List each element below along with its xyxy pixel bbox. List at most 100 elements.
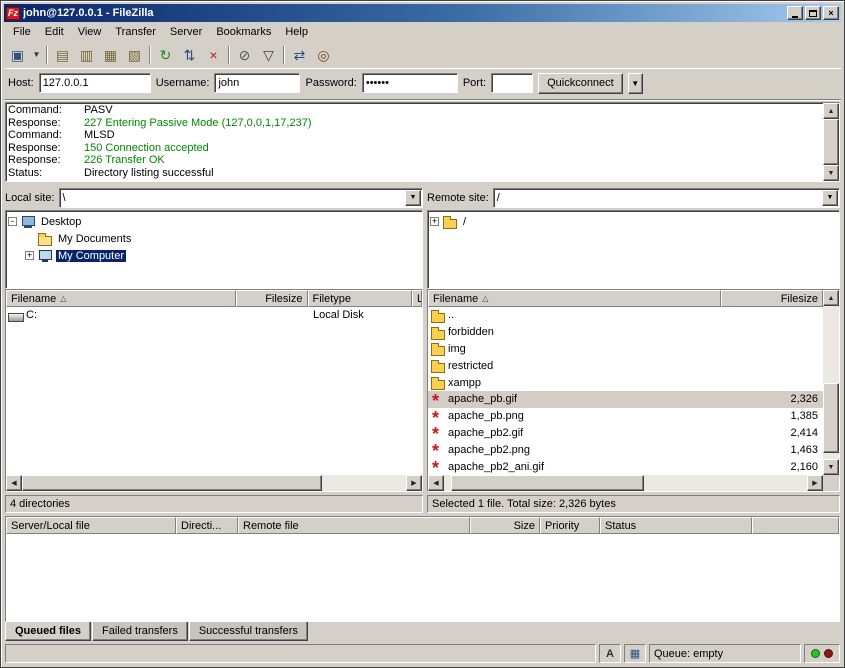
menu-item-edit[interactable]: Edit	[38, 24, 71, 40]
scroll-right-icon[interactable]: ▶	[406, 475, 422, 491]
tree-expander[interactable]: +	[25, 251, 34, 260]
status-bar: A▦ Queue: empty	[4, 641, 841, 664]
tree-item-label: My Documents	[56, 233, 133, 245]
filename: restricted	[448, 360, 493, 372]
queue-col-size[interactable]: Size	[470, 517, 540, 534]
tree-item-desktop[interactable]: - Desktop	[8, 213, 420, 230]
file-row-apache-pb2-ani-gif[interactable]: apache_pb2_ani.gif 2,160	[428, 458, 823, 475]
scroll-down-icon[interactable]: ▼	[823, 165, 839, 181]
process-queue-button[interactable]: ⇅	[178, 44, 201, 66]
file-row-restricted[interactable]: restricted	[428, 357, 823, 374]
remote-hscrollbar[interactable]: ◀ ▶	[428, 475, 823, 491]
username-input[interactable]	[214, 73, 300, 93]
log-label: Command:	[8, 104, 84, 117]
quickconnect-button[interactable]: Quickconnect	[538, 73, 623, 94]
queue-list[interactable]	[6, 534, 839, 621]
file-row-c-drive[interactable]: C: Local Disk	[6, 307, 422, 324]
tree-item-root[interactable]: + /	[430, 213, 837, 230]
local-tree[interactable]: - Desktop My Documents + My Computer	[5, 210, 423, 289]
file-row-xampp[interactable]: xampp	[428, 374, 823, 391]
scroll-up-icon[interactable]: ▲	[823, 103, 839, 119]
filename: img	[448, 343, 466, 355]
cancel-button[interactable]: ×	[202, 44, 225, 66]
remote-tree[interactable]: + /	[427, 210, 840, 289]
desktop-icon	[20, 214, 36, 229]
remote-vscrollbar[interactable]: ▲ ▼	[823, 290, 839, 475]
site-manager-dropdown[interactable]: ▼	[30, 44, 43, 66]
tree-item-my-documents[interactable]: My Documents	[8, 230, 420, 247]
scroll-down-icon[interactable]: ▼	[823, 459, 839, 475]
file-row-forbidden[interactable]: forbidden	[428, 324, 823, 341]
toolbar-icon: ↻	[160, 48, 172, 62]
menu-item-server[interactable]: Server	[163, 24, 209, 40]
queue-col-priority[interactable]: Priority	[540, 517, 600, 534]
scroll-left-icon[interactable]: ◀	[428, 475, 444, 491]
quickconnect-bar: Host: Username: Password: Port: Quickcon…	[4, 69, 841, 100]
queue-col-server-local-file[interactable]: Server/Local file	[6, 517, 176, 534]
file-row-apache-pb-png[interactable]: apache_pb.png 1,385	[428, 408, 823, 425]
local-file-list[interactable]: C: Local Disk	[6, 307, 422, 475]
filename: apache_pb.gif	[448, 393, 517, 405]
compare-button[interactable]: ⇄	[288, 44, 311, 66]
chevron-down-icon[interactable]: ▼	[822, 190, 838, 206]
tree-item-my-computer[interactable]: + My Computer	[8, 247, 420, 264]
scrollbar-thumb[interactable]	[823, 119, 839, 165]
remote-site-combo[interactable]: / ▼	[493, 188, 840, 208]
local-hscrollbar[interactable]: ◀ ▶	[6, 475, 422, 491]
remote-list-header: FilenameFilesize	[428, 290, 823, 307]
host-input[interactable]	[39, 73, 151, 93]
menu-item-view[interactable]: View	[71, 24, 109, 40]
search-button[interactable]: ◎	[312, 44, 335, 66]
scroll-up-icon[interactable]: ▲	[823, 290, 839, 306]
menu-item-transfer[interactable]: Transfer	[108, 24, 163, 40]
menu-item-help[interactable]: Help	[278, 24, 315, 40]
local-site-combo[interactable]: \ ▼	[59, 188, 423, 208]
file-row-apache-pb2-png[interactable]: apache_pb2.png 1,463	[428, 441, 823, 458]
close-button[interactable]: ×	[823, 6, 839, 20]
file-row-img[interactable]: img	[428, 341, 823, 358]
log-scrollbar[interactable]: ▲ ▼	[823, 103, 839, 181]
tab-queued-files[interactable]: Queued files	[5, 622, 91, 641]
scrollbar-thumb[interactable]	[22, 475, 322, 491]
site-manager-button[interactable]: ▣	[6, 44, 29, 66]
queue-col-blank[interactable]	[752, 517, 839, 534]
file-row-apache-pb2-gif[interactable]: apache_pb2.gif 2,414	[428, 425, 823, 442]
chevron-down-icon[interactable]: ▼	[405, 190, 421, 206]
remote-col-filesize[interactable]: Filesize	[721, 290, 823, 307]
toggle-local-tree-button[interactable]: ▥	[75, 44, 98, 66]
port-input[interactable]	[491, 73, 533, 93]
disconnect-button[interactable]: ⊘	[233, 44, 256, 66]
queue-col-remote-file[interactable]: Remote file	[238, 517, 470, 534]
tab-failed-transfers[interactable]: Failed transfers	[92, 622, 188, 641]
tab-successful-transfers[interactable]: Successful transfers	[189, 622, 308, 641]
toggle-queue-button[interactable]: ▧	[123, 44, 146, 66]
tree-expander[interactable]: +	[430, 217, 439, 226]
menu-item-file[interactable]: File	[6, 24, 38, 40]
password-input[interactable]	[362, 73, 458, 93]
scroll-left-icon[interactable]: ◀	[6, 475, 22, 491]
filter-button[interactable]: ▽	[257, 44, 280, 66]
local-col-filesize[interactable]: Filesize	[236, 290, 308, 307]
local-col-filetype[interactable]: Filetype	[308, 290, 413, 307]
remote-file-list[interactable]: .. forbidden img	[428, 307, 823, 475]
toggle-log-button[interactable]: ▤	[51, 44, 74, 66]
quickconnect-dropdown[interactable]: ▼	[628, 73, 643, 94]
queue-col-direction[interactable]: Directi...	[176, 517, 238, 534]
image-icon	[430, 459, 446, 474]
scrollbar-thumb[interactable]	[451, 475, 643, 491]
local-col-last-modified[interactable]: L	[412, 290, 422, 307]
scrollbar-thumb[interactable]	[823, 383, 839, 453]
toggle-remote-tree-button[interactable]: ▦	[99, 44, 122, 66]
refresh-button[interactable]: ↻	[154, 44, 177, 66]
menu-item-bookmarks[interactable]: Bookmarks	[209, 24, 278, 40]
remote-col-filename[interactable]: Filename	[428, 290, 721, 307]
local-col-filename[interactable]: Filename	[6, 290, 236, 307]
message-log[interactable]: Command: PASV Response: 227 Entering Pas…	[6, 103, 823, 181]
tree-expander[interactable]: -	[8, 217, 17, 226]
minimize-button[interactable]	[787, 6, 803, 20]
maximize-button[interactable]	[805, 6, 821, 20]
file-row-apache-pb-gif[interactable]: apache_pb.gif 2,326	[428, 391, 823, 408]
scroll-right-icon[interactable]: ▶	[807, 475, 823, 491]
file-row-parent-dir[interactable]: ..	[428, 307, 823, 324]
queue-col-status[interactable]: Status	[600, 517, 752, 534]
